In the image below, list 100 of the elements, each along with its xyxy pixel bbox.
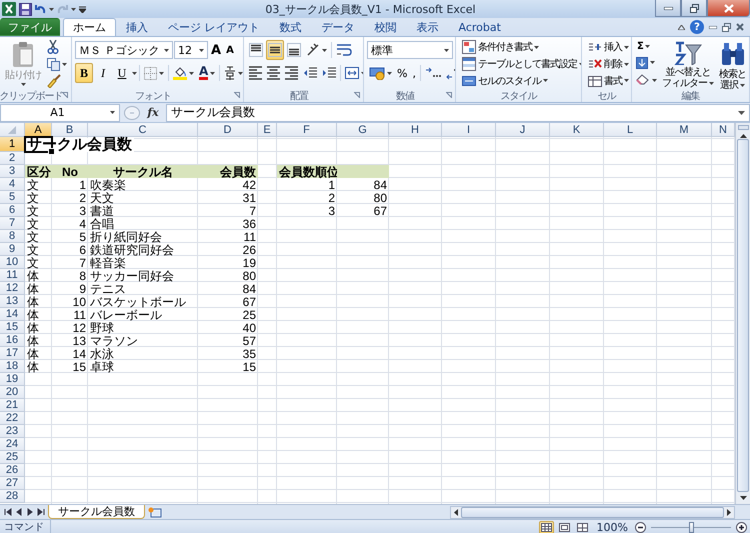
row-header[interactable]: 13 [0, 295, 25, 308]
style-menu-button[interactable]: テーブルとして書式設定 [459, 56, 581, 72]
vertical-align-button[interactable] [285, 40, 303, 60]
restore-button[interactable] [681, 0, 707, 17]
ribbon-tab[interactable]: ファイル [0, 18, 60, 36]
column-header[interactable]: G [337, 123, 389, 137]
column-header[interactable]: L [604, 123, 657, 137]
view-button[interactable] [574, 520, 590, 533]
column-header[interactable]: N [712, 123, 735, 137]
column-header[interactable]: I [442, 123, 496, 137]
scroll-thumb[interactable] [461, 506, 724, 518]
previous-sheet-icon[interactable] [15, 508, 23, 516]
ribbon-tab[interactable]: 数式 [270, 18, 312, 36]
row-header[interactable]: 4 [0, 178, 25, 191]
row-header[interactable]: 18 [0, 360, 25, 373]
first-sheet-icon[interactable] [4, 508, 12, 516]
percent-button[interactable]: % [395, 63, 410, 83]
font-name-field[interactable]: ＭＳ Ｐゴシック [75, 41, 173, 59]
row-header[interactable]: 26 [0, 464, 25, 477]
formula-field[interactable]: サークル会員数 [166, 104, 750, 122]
last-sheet-icon[interactable] [37, 508, 45, 516]
ribbon-tab[interactable]: データ [312, 18, 364, 36]
next-sheet-icon[interactable] [26, 508, 34, 516]
column-header[interactable]: K [550, 123, 604, 137]
copy-button[interactable] [45, 56, 69, 72]
row-header[interactable]: 19 [0, 373, 25, 386]
row-header[interactable]: 6 [0, 204, 25, 217]
zoom-level[interactable]: 100% [596, 520, 628, 533]
sheet-tab[interactable]: サークル会員数 [48, 505, 145, 519]
vertical-align-button[interactable] [266, 40, 284, 60]
row-header[interactable]: 25 [0, 451, 25, 464]
row-header[interactable]: 3 [0, 165, 25, 178]
view-button[interactable] [538, 520, 554, 533]
row-header[interactable]: 16 [0, 334, 25, 347]
row-header[interactable]: 10 [0, 256, 25, 269]
format-toggle-button[interactable]: B [75, 63, 93, 83]
ribbon-tab[interactable]: ホーム [63, 18, 116, 36]
insert-sheet-icon[interactable] [148, 506, 162, 518]
ribbon-tab[interactable]: Acrobat [448, 18, 511, 36]
ribbon-tab[interactable]: 表示 [406, 18, 448, 36]
column-header[interactable]: D [198, 123, 258, 137]
autosum-button[interactable]: Σ [634, 39, 659, 54]
row-header[interactable]: 11 [0, 269, 25, 282]
row-header[interactable]: 12 [0, 282, 25, 295]
row-header[interactable]: 8 [0, 230, 25, 243]
format-toggle-button[interactable]: I [94, 63, 112, 83]
column-header[interactable]: E [258, 123, 277, 137]
grow-font-button[interactable]: A [209, 40, 224, 60]
cells-menu-button[interactable]: 書式 [585, 72, 631, 89]
horizontal-scrollbar[interactable] [450, 506, 735, 518]
minimize-button[interactable] [655, 0, 681, 17]
name-box[interactable]: A1 [0, 104, 120, 122]
row-header[interactable]: 27 [0, 477, 25, 490]
launcher-icon[interactable] [234, 92, 240, 98]
column-header[interactable]: F [277, 123, 337, 137]
close-button[interactable] [707, 0, 750, 17]
row-header[interactable]: 14 [0, 308, 25, 321]
row-header[interactable]: 23 [0, 425, 25, 438]
ribbon-tab[interactable]: 挿入 [116, 18, 158, 36]
row-header[interactable]: 5 [0, 191, 25, 204]
ribbon-tab[interactable]: 校閲 [364, 18, 406, 36]
row-header[interactable]: 20 [0, 386, 25, 399]
row-header[interactable]: 2 [0, 152, 25, 165]
sort-filter-button[interactable]: 並べ替えと フィルター [660, 39, 716, 89]
scroll-thumb[interactable] [737, 139, 749, 492]
launcher-icon[interactable] [62, 92, 68, 98]
row-header[interactable]: 22 [0, 412, 25, 425]
number-format-field[interactable]: 標準 [367, 41, 453, 59]
column-header[interactable]: J [496, 123, 550, 137]
vertical-scrollbar[interactable] [735, 123, 750, 504]
row-header[interactable]: 17 [0, 347, 25, 360]
launcher-icon[interactable] [354, 92, 360, 98]
style-menu-button[interactable]: セルのスタイル [459, 72, 581, 89]
zoom-in-icon[interactable] [736, 522, 747, 532]
row-header[interactable]: 7 [0, 217, 25, 230]
vertical-align-button[interactable] [247, 40, 265, 60]
row-header[interactable]: 9 [0, 243, 25, 256]
zoom-out-icon[interactable] [635, 522, 646, 532]
font-size-field[interactable]: 12 [174, 41, 208, 59]
column-header[interactable]: M [657, 123, 712, 137]
column-header[interactable]: H [389, 123, 442, 137]
column-header[interactable]: C [88, 123, 198, 137]
style-menu-button[interactable]: 条件付き書式 [459, 39, 581, 56]
row-header[interactable]: 15 [0, 321, 25, 334]
font-color-button[interactable]: A [197, 63, 218, 83]
column-header[interactable]: B [52, 123, 88, 137]
row-header[interactable]: 28 [0, 490, 25, 503]
slider-thumb[interactable] [689, 522, 694, 532]
row-header[interactable]: 1 [0, 137, 25, 152]
column-header[interactable]: A [25, 123, 52, 137]
row-header[interactable]: 21 [0, 399, 25, 412]
help-button[interactable]: ? [690, 20, 704, 34]
format-toggle-button[interactable]: U [113, 63, 131, 83]
view-button[interactable] [556, 520, 572, 533]
launcher-icon[interactable] [446, 92, 452, 98]
cells-menu-button[interactable]: 削除 [585, 56, 631, 72]
shrink-font-button[interactable]: A [224, 40, 236, 60]
comma-button[interactable]: , [410, 63, 418, 83]
cells-menu-button[interactable]: 挿入 [585, 39, 631, 56]
ribbon-tab[interactable]: ページ レイアウト [158, 18, 270, 36]
